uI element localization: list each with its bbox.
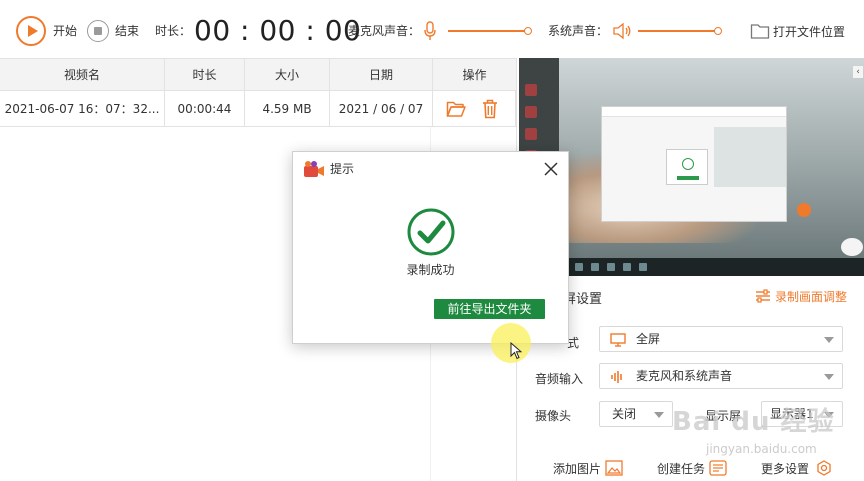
app-logo-icon [304,161,324,177]
preview-app-window [601,106,787,222]
column-header-name[interactable]: 视频名 [0,59,165,91]
mic-volume-slider[interactable] [448,27,532,35]
camera-label: 摄像头 [535,409,572,423]
create-task-button[interactable]: 创建任务 [657,462,705,476]
chevron-down-icon [654,412,664,418]
monitor-icon [610,333,626,347]
mouse-cursor-icon [510,342,522,360]
chevron-down-icon [824,374,834,380]
audio-wave-icon [611,371,622,383]
cell-date: 2021 / 06 / 07 [330,91,433,127]
close-icon[interactable] [543,161,559,177]
play-icon [27,25,38,37]
microphone-icon [424,21,436,40]
add-image-button[interactable]: 添加图片 [553,462,601,476]
start-record-button[interactable] [16,16,46,46]
audio-input-value: 麦克风和系统声音 [636,369,733,383]
chevron-down-icon [824,337,834,343]
dialog-title: 提示 [330,162,355,176]
speaker-icon [613,22,631,40]
folder-icon[interactable] [446,100,466,118]
preview-record-dot [797,203,811,217]
mode-value: 全屏 [636,332,661,346]
column-header-size[interactable]: 大小 [245,59,330,91]
camera-select[interactable]: 关闭 [599,401,673,427]
capture-adjust-button[interactable]: 录制画面调整 [775,288,847,305]
go-to-export-folder-button[interactable]: 前往导出文件夹 [434,299,545,319]
open-folder-button[interactable]: 打开文件位置 [773,25,845,39]
mic-volume-knob[interactable] [524,27,532,35]
camera-value: 关闭 [612,407,637,421]
gear-icon[interactable] [815,460,833,476]
task-icon[interactable] [709,460,727,476]
system-volume-slider[interactable] [638,27,722,35]
watermark-url: jingyan.baidu.com [706,442,817,456]
stop-label[interactable]: 结束 [115,24,139,38]
cell-size: 4.59 MB [245,91,330,127]
settings-header: 屏设置 录制画面调整 [517,284,864,310]
trash-icon[interactable] [482,99,498,119]
screen-preview: ‹ [519,58,864,276]
table-row[interactable]: 2021-06-07 16：07：32... 00:00:44 4.59 MB … [0,91,516,127]
duration-label: 时长： [155,24,192,38]
record-timer: 00 : 00 : 00 [194,14,362,47]
toolbar: 开始 结束 时长： 00 : 00 : 00 麦克风声音： 系统声音： 打开文件… [0,0,864,58]
column-header-date[interactable]: 日期 [330,59,433,91]
audio-input-select[interactable]: 麦克风和系统声音 [599,363,843,389]
stop-record-button[interactable] [87,20,109,42]
dialog-message: 录制成功 [406,263,455,277]
system-volume-knob[interactable] [714,27,722,35]
mic-volume-label: 麦克风声音： [348,24,421,38]
stop-icon [94,27,102,35]
watermark-logo: Bai du 经验 [672,407,835,437]
system-volume-label: 系统声音： [548,24,609,38]
more-settings-button[interactable]: 更多设置 [761,462,809,476]
dialog-header: 提示 [293,152,568,186]
image-icon[interactable] [605,460,623,476]
start-label[interactable]: 开始 [53,24,77,38]
column-header-duration[interactable]: 时长 [165,59,245,91]
open-folder-icon[interactable] [750,22,770,40]
table-header: 视频名 时长 大小 日期 操作 [0,59,516,91]
preview-taskbar [519,258,864,276]
success-dialog: 提示 录制成功 前往导出文件夹 [292,151,569,344]
audio-input-label: 音频输入 [535,372,584,386]
cell-video-name[interactable]: 2021-06-07 16：07：32... [0,91,165,127]
success-check-icon [407,208,455,256]
preview-mascot [841,238,863,256]
preview-collapse-icon[interactable]: ‹ [853,66,863,78]
mode-select[interactable]: 全屏 [599,326,843,352]
cell-duration: 00:00:44 [165,91,245,127]
adjust-icon[interactable] [755,289,771,303]
column-header-actions: 操作 [462,68,487,82]
